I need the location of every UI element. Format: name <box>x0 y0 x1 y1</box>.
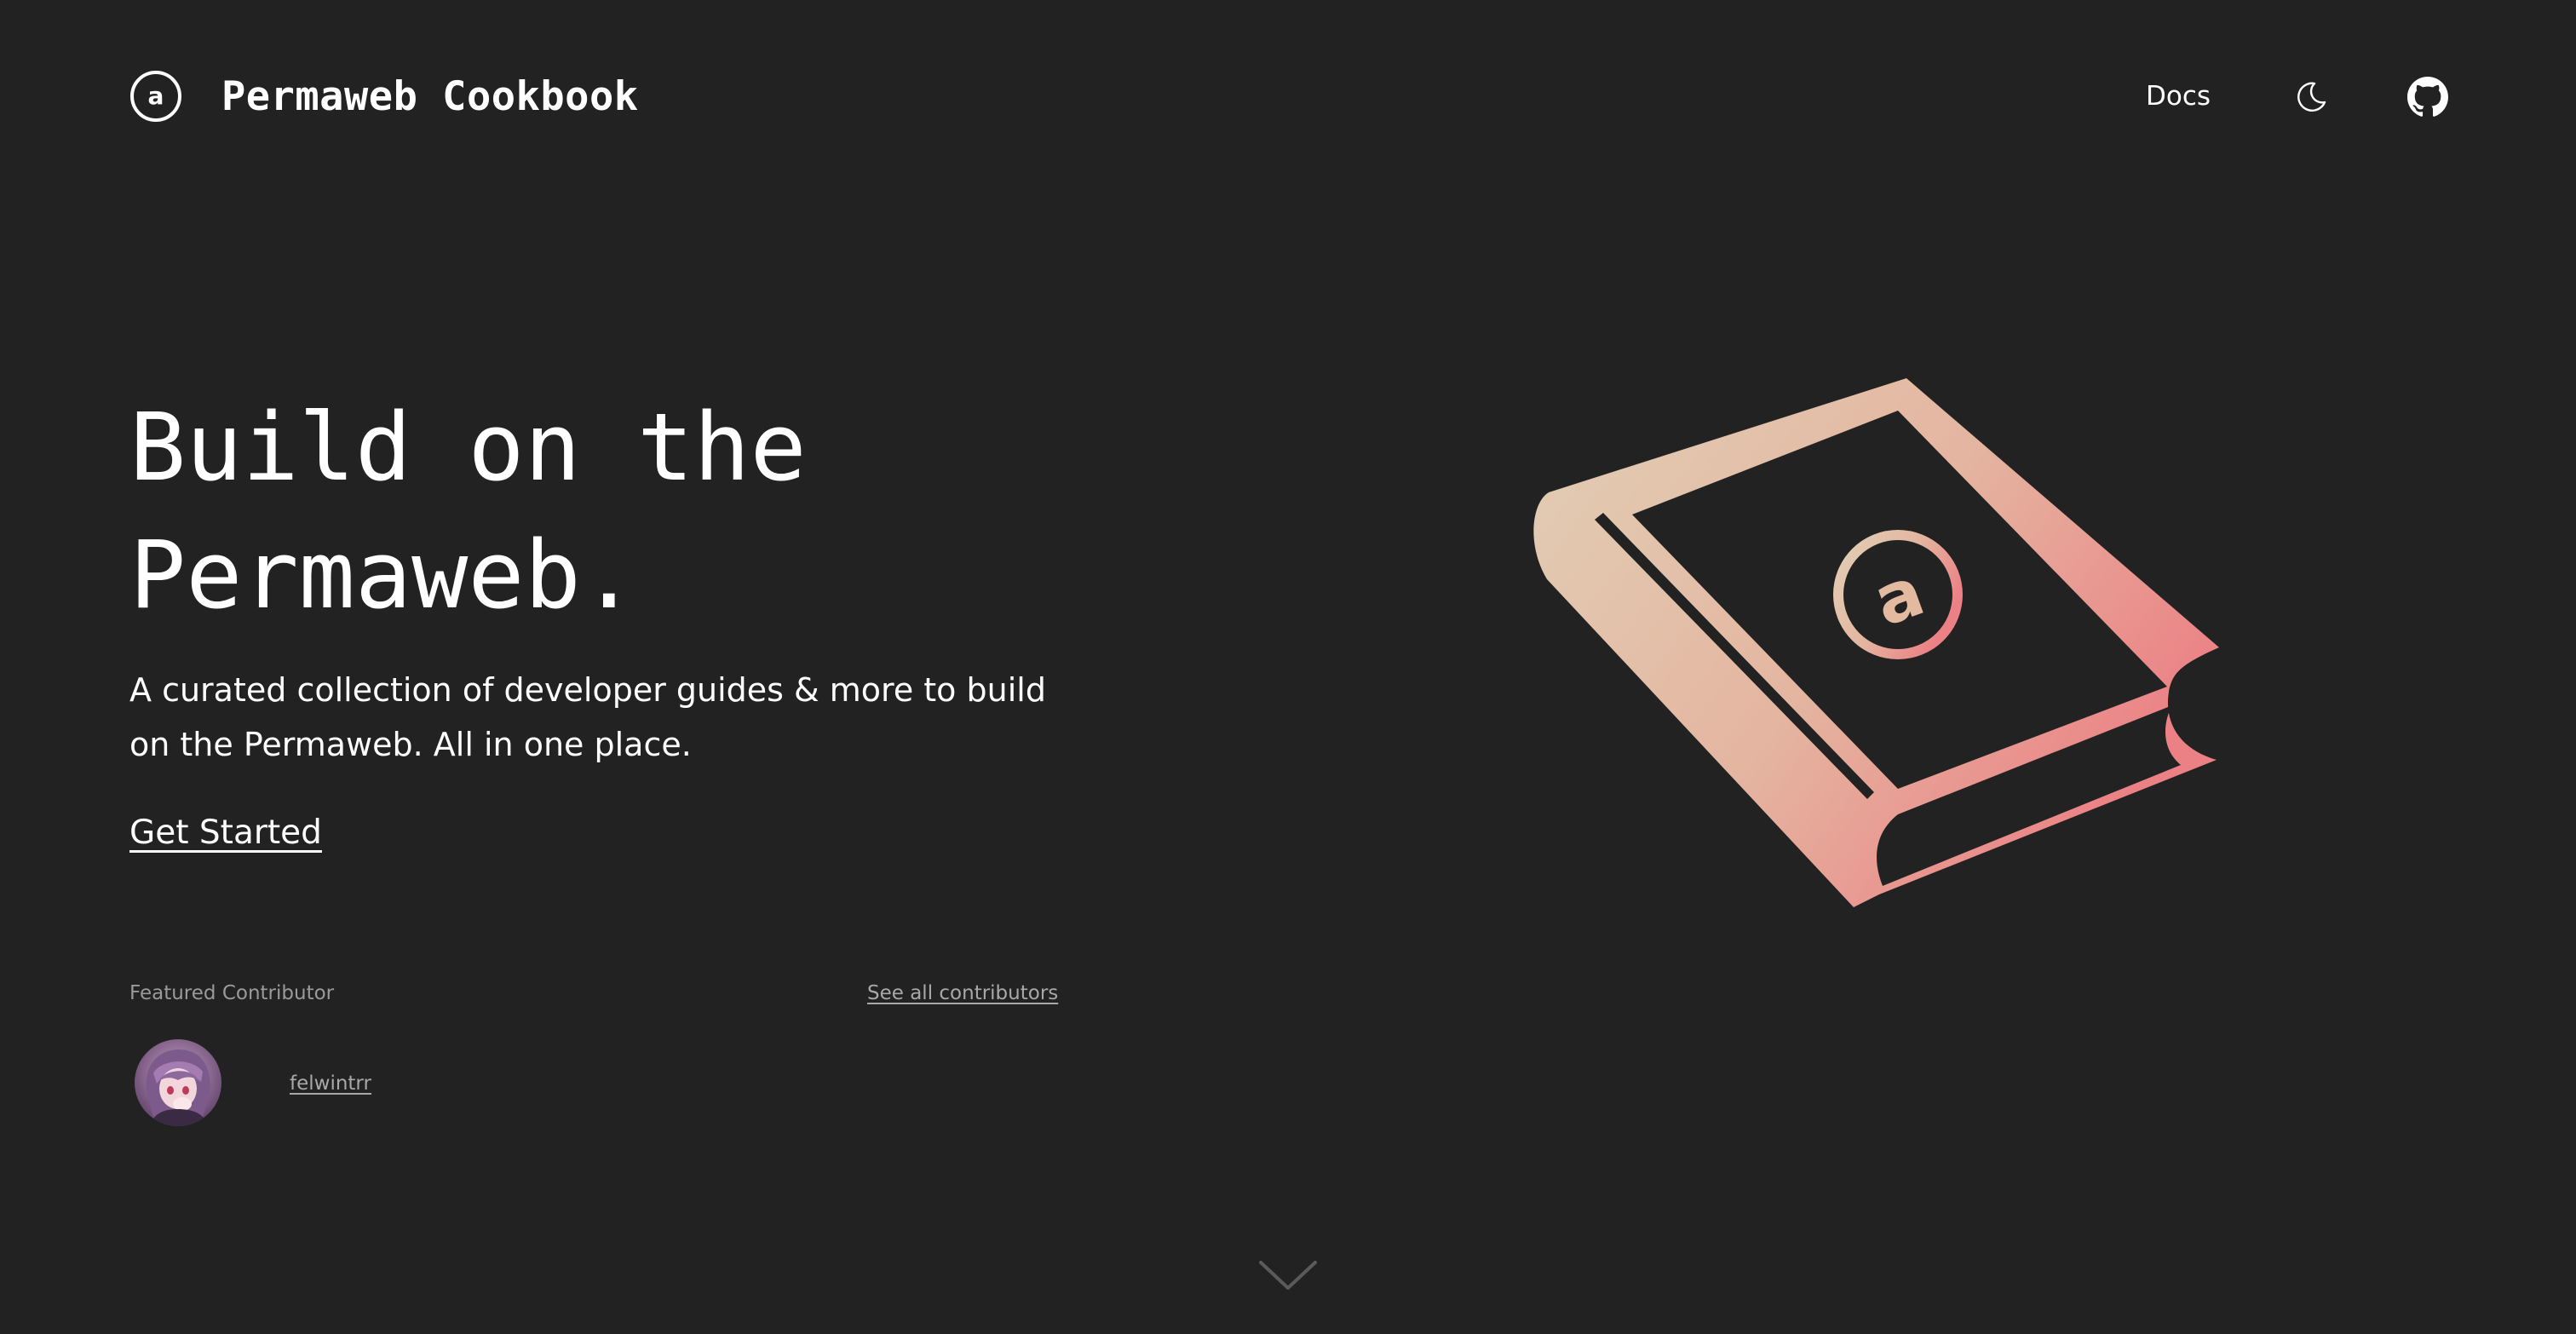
site-header: a Permaweb Cookbook Docs <box>0 0 2576 193</box>
see-all-contributors-link[interactable]: See all contributors <box>867 980 1058 1007</box>
moon-icon[interactable] <box>2291 77 2331 116</box>
featured-contributor-label: Featured Contributor <box>129 982 335 1004</box>
hero-subtitle-line-1: A curated collection of developer guides… <box>129 671 1046 709</box>
hero-subtitle-line-2: on the Permaweb. All in one place. <box>129 726 692 763</box>
nav-docs-link[interactable]: Docs <box>2146 77 2211 116</box>
hero-title: Build on the Permaweb. <box>129 383 1067 639</box>
avatar-image[interactable] <box>135 1039 221 1126</box>
site-title: Permaweb Cookbook <box>221 72 639 120</box>
book-icon: a <box>1533 378 2219 907</box>
logo-glyph: a <box>148 82 164 110</box>
get-started-link[interactable]: Get Started <box>129 809 322 857</box>
hero-title-line-1: Build on the <box>129 393 807 502</box>
hero-subtitle: A curated collection of developer guides… <box>129 663 1092 772</box>
chevron-down-icon[interactable] <box>1257 1257 1319 1293</box>
github-icon[interactable] <box>2407 77 2448 118</box>
brand-home-link[interactable]: a Permaweb Cookbook <box>129 66 639 126</box>
hero-title-line-2: Permaweb. <box>129 520 638 630</box>
arweave-logo-icon: a <box>130 71 181 122</box>
featured-contributor-name[interactable]: felwintrr <box>290 1070 371 1097</box>
